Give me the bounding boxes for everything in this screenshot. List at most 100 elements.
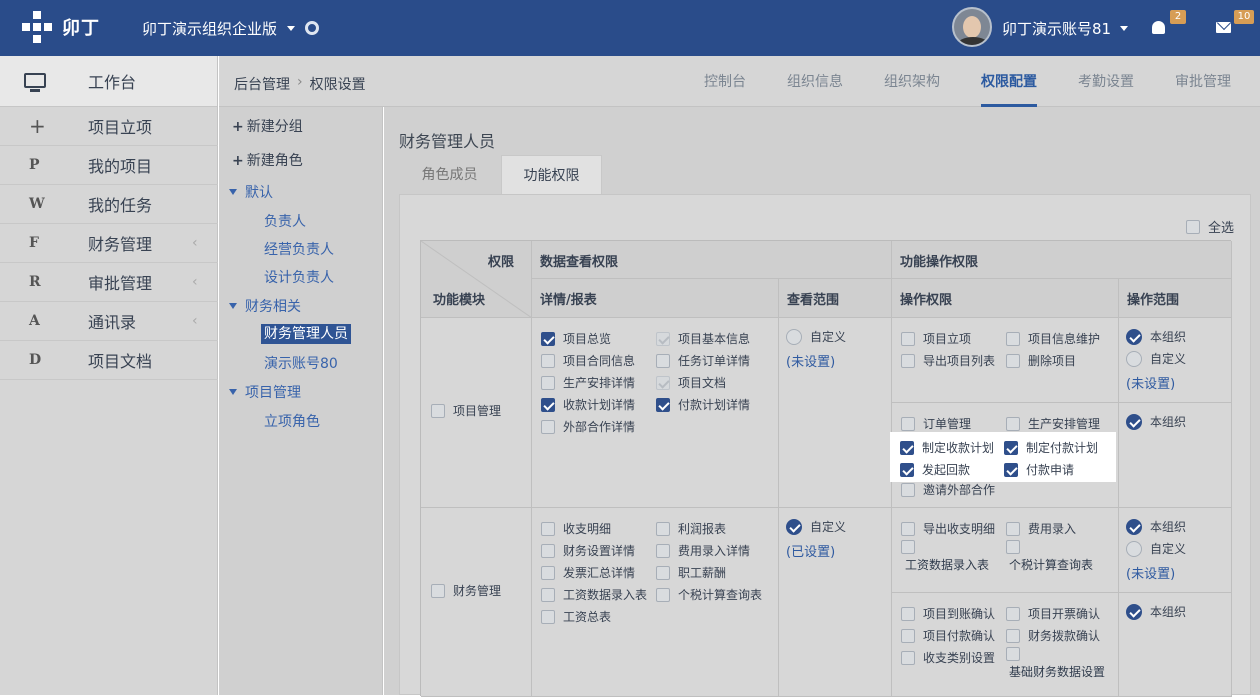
radio[interactable] [1126,350,1142,367]
detail-item[interactable]: 财务设置详情 [541,542,635,559]
checkbox[interactable] [656,543,670,558]
new-group-button[interactable]: + 新建分组 [232,116,303,136]
radio[interactable] [1126,518,1142,535]
module-finance-management[interactable]: 财务管理 [431,582,501,599]
op-item[interactable]: 项目开票确认 [1006,605,1100,622]
op-item[interactable]: 项目信息维护 [1006,330,1100,347]
checkbox[interactable] [901,331,915,346]
tree-group-finance[interactable]: 财务相关 [229,296,301,316]
checkbox[interactable] [1006,647,1020,661]
detail-item[interactable]: 外部合作详情 [541,418,635,435]
tab-org-info[interactable]: 组织信息 [787,71,843,91]
detail-item[interactable]: 生产安排详情 [541,374,635,391]
op-item[interactable]: 制定付款计划 [1004,439,1098,456]
detail-item[interactable]: 项目总览 [541,330,611,347]
detail-item[interactable]: 工资总表 [541,608,611,625]
tree-group-default[interactable]: 默认 [229,182,273,202]
tree-item[interactable]: 负责人 [264,211,306,231]
detail-item[interactable]: 个税计算查询表 [656,586,762,603]
user-menu[interactable]: 卯丁演示账号81 [1002,18,1129,39]
tab-permission-config[interactable]: 权限配置 [981,71,1037,107]
detail-item[interactable]: 职工薪酬 [656,564,726,581]
radio[interactable] [1126,328,1142,345]
op-item[interactable]: 费用录入 [1006,520,1076,537]
tab-org-structure[interactable]: 组织架构 [884,71,940,91]
checkbox[interactable] [901,482,915,497]
breadcrumb-root[interactable]: 后台管理 [234,74,290,94]
tab-role-members[interactable]: 角色成员 [399,155,500,195]
op-item[interactable]: 财务拨款确认 [1006,627,1100,644]
sidebar-item-project-setup[interactable]: + 项目立项 [0,107,218,146]
checkbox[interactable] [656,521,670,536]
sidebar-item-project-docs[interactable]: D 项目文档 [0,341,218,380]
tab-attendance-settings[interactable]: 考勤设置 [1078,71,1134,91]
tree-item[interactable]: 立项角色 [264,411,320,431]
op-item[interactable]: 导出收支明细 [901,520,995,537]
checkbox[interactable] [541,419,555,434]
tab-approval-management[interactable]: 审批管理 [1175,71,1231,91]
op-scope-custom[interactable]: 自定义 [1126,540,1186,557]
checkbox[interactable] [901,416,915,431]
op-scope-custom[interactable]: 自定义 [1126,350,1186,367]
avatar[interactable] [952,7,992,47]
sidebar-item-my-projects[interactable]: P 我的项目 [0,146,218,185]
op-item[interactable]: 订单管理 [901,415,971,432]
app-logo[interactable]: 卯丁 [22,11,100,43]
checkbox[interactable] [541,587,555,602]
checkbox[interactable] [1006,353,1020,368]
tab-console[interactable]: 控制台 [704,71,746,91]
checkbox[interactable] [1006,331,1020,346]
radio[interactable] [1126,540,1142,557]
checkbox[interactable] [901,606,915,621]
checkbox[interactable] [901,521,915,536]
scope-custom[interactable]: 自定义 [786,328,846,345]
sidebar-item-approval[interactable]: R 审批管理 ‹ [0,263,218,302]
checkbox[interactable] [541,353,555,368]
checkbox[interactable] [1006,540,1020,554]
tree-item-selected[interactable]: 财务管理人员 [261,323,351,344]
op-item[interactable]: 项目立项 [901,330,971,347]
radio[interactable] [1126,603,1142,620]
detail-item[interactable]: 发票汇总详情 [541,564,635,581]
checkbox[interactable] [1004,440,1018,455]
checkbox[interactable] [541,397,555,412]
checkbox[interactable] [1004,462,1018,477]
tab-function-permissions[interactable]: 功能权限 [501,155,602,195]
checkbox[interactable] [541,521,555,536]
sidebar-item-contacts[interactable]: A 通讯录 ‹ [0,302,218,341]
select-all-checkbox[interactable] [1186,219,1200,234]
checkbox[interactable] [656,397,670,412]
gear-icon[interactable] [305,21,319,35]
op-scope-org[interactable]: 本组织 [1126,413,1186,430]
bell-icon[interactable] [1152,21,1165,34]
checkbox[interactable] [900,462,914,477]
checkbox[interactable] [1006,521,1020,536]
checkbox[interactable] [901,540,915,554]
checkbox[interactable] [901,353,915,368]
radio[interactable] [1126,413,1142,430]
checkbox[interactable] [1006,416,1020,431]
radio[interactable] [786,328,802,345]
op-item[interactable]: 付款申请 [1004,461,1074,478]
detail-item[interactable]: 项目文档 [656,374,726,391]
scope-status-link[interactable]: (未设置) [786,351,835,370]
sidebar-item-my-tasks[interactable]: W 我的任务 [0,185,218,224]
tree-group-project-management[interactable]: 项目管理 [229,382,301,402]
op-item[interactable]: 邀请外部合作 [901,481,995,498]
op-scope-org[interactable]: 本组织 [1126,328,1186,345]
checkbox[interactable] [656,565,670,580]
scope-status-link[interactable]: (已设置) [786,541,835,560]
checkbox[interactable] [541,331,555,346]
op-item[interactable]: 收支类别设置 [901,649,995,666]
sidebar-item-finance[interactable]: F 财务管理 ‹ [0,224,218,263]
sidebar-item-workbench[interactable]: 工作台 [0,56,217,107]
op-scope-org[interactable]: 本组织 [1126,603,1186,620]
op-item[interactable]: 生产安排管理 [1006,415,1100,432]
detail-item[interactable]: 任务订单详情 [656,352,750,369]
detail-item[interactable]: 收款计划详情 [541,396,635,413]
radio[interactable] [786,518,802,535]
op-scope-status-link[interactable]: (未设置) [1126,373,1175,392]
scope-custom[interactable]: 自定义 [786,518,846,535]
checkbox[interactable] [656,587,670,602]
new-role-button[interactable]: + 新建角色 [232,150,303,170]
